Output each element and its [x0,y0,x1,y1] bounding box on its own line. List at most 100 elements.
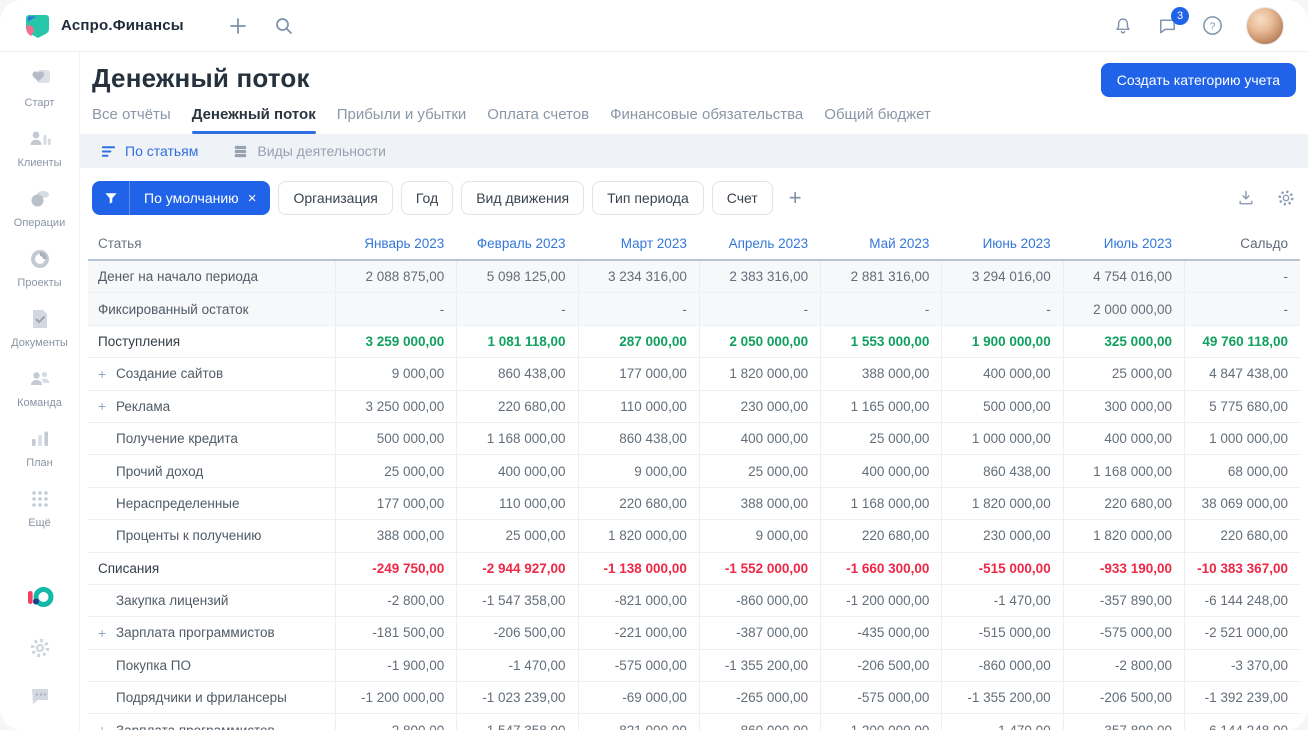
cell-value: 220 680,00 [1183,520,1300,552]
sidebar-item-more[interactable]: Ещё [4,486,76,529]
column-header-month[interactable]: Июнь 2023 [941,236,1062,251]
column-header-month[interactable]: Январь 2023 [335,236,456,251]
subtab-by-items[interactable]: По статьям [100,143,198,160]
cell-value: 300 000,00 [1062,390,1184,422]
cell-value: 1 000 000,00 [941,422,1062,455]
search-icon[interactable] [274,16,294,36]
tab-liabilities[interactable]: Финансовые обязательства [610,106,803,134]
cell-value: -860 000,00 [698,714,820,730]
cell-value: -1 660 300,00 [820,552,941,584]
expand-row-icon[interactable]: + [98,723,106,730]
subtab-activity-types[interactable]: Виды деятельности [232,143,386,160]
sidebar-item-operations[interactable]: Операции [4,186,76,229]
filter-row: По умолчанию × Организация Год Вид движени… [80,168,1308,228]
cell-value: 2 050 000,00 [698,325,820,358]
sidebar-item-label: Команда [17,397,62,409]
aspro-app-icon[interactable] [25,582,55,612]
brand-name: Аспро.Финансы [61,17,184,34]
filter-chip-movement-type[interactable]: Вид движения [461,181,585,215]
cell-value: 400 000,00 [698,422,820,455]
cell-value: 38 069 000,00 [1183,487,1300,520]
filter-chip-period-type[interactable]: Тип периода [592,181,704,215]
sidebar-item-documents[interactable]: Документы [4,306,76,349]
column-header-month[interactable]: Апрель 2023 [699,236,820,251]
cell-value: 2 881 316,00 [820,261,941,293]
table-row: Прочий доход 25 000,00 400 000,00 9 000,00 2… [88,455,1300,488]
cell-value: -1 200 000,00 [820,584,941,617]
default-filter-button[interactable]: По умолчанию × [92,181,271,215]
cell-value: 1 168 000,00 [820,487,941,520]
create-category-button[interactable]: Создать категорию учета [1100,63,1296,97]
add-button[interactable] [228,16,248,36]
cell-value: 400 000,00 [820,455,941,487]
cell-value: - [698,293,820,325]
column-header-month[interactable]: Февраль 2023 [456,236,577,251]
cell-value: -3 370,00 [1183,649,1300,682]
page-title: Денежный поток [92,63,310,93]
sidebar-item-team[interactable]: Команда [4,366,76,409]
cell-value: 220 680,00 [1062,487,1184,520]
cell-value: 860 438,00 [577,422,699,455]
cell-value: -206 500,00 [1062,682,1184,714]
avatar[interactable] [1246,6,1284,45]
gear-icon[interactable] [28,636,52,660]
filter-chip-year[interactable]: Год [400,181,454,215]
sidebar-item-label: Проекты [17,277,62,289]
cell-value: -575 000,00 [577,649,699,682]
cell-value: -1 547 358,00 [456,714,577,730]
brand[interactable]: Аспро.Финансы [24,12,184,39]
row-label: +Зарплата программистов [88,723,335,730]
tab-all-reports[interactable]: Все отчёты [92,106,171,134]
app-window: Аспро.Финансы 3 ? Старт Клиенты Операции… [0,0,1308,730]
tab-cash-flow[interactable]: Денежный поток [191,106,316,134]
expand-row-icon[interactable]: + [98,367,106,381]
expand-row-icon[interactable]: + [98,626,106,640]
support-chat-icon[interactable] [28,684,52,708]
remove-filter-icon[interactable]: × [248,190,257,207]
expand-row-icon[interactable]: + [98,399,106,413]
column-header-month[interactable]: Май 2023 [820,236,941,251]
row-label: +Зарплата программистов [98,625,275,641]
tab-invoices[interactable]: Оплата счетов [487,106,589,134]
add-filter-button[interactable]: + [781,187,810,209]
filter-chip-account[interactable]: Счет [711,181,773,215]
filter-chip-organization[interactable]: Организация [278,181,393,215]
cell-value: -357 890,00 [1062,584,1184,617]
cell-value: 388 000,00 [335,520,456,552]
funnel-icon [92,181,130,215]
cell-value: -221 000,00 [577,617,699,649]
tab-budget[interactable]: Общий бюджет [824,106,931,134]
help-icon[interactable]: ? [1201,14,1224,37]
cell-value: -1 200 000,00 [335,682,456,714]
cell-value: -1 547 358,00 [456,584,577,617]
sidebar-item-clients[interactable]: Клиенты [4,126,76,169]
sidebar-item-plan[interactable]: План [4,426,76,469]
column-header-month[interactable]: Июль 2023 [1063,236,1184,251]
subtab-label: Виды деятельности [257,143,386,159]
cell-value: 388 000,00 [820,358,941,390]
sidebar-item-projects[interactable]: Проекты [4,246,76,289]
cell-value: -575 000,00 [820,682,941,714]
download-icon[interactable] [1236,188,1256,208]
cell-value: -1 470,00 [456,649,577,682]
cell-value: - [1183,261,1300,293]
cell-value: 287 000,00 [577,325,699,358]
cell-value: -10 383 367,00 [1183,552,1300,584]
cell-value: 230 000,00 [941,520,1062,552]
table-header-row: Статья Январь 2023 Февраль 2023 Март 2023 Ап… [88,228,1300,261]
start-icon [27,66,53,92]
column-header-article: Статья [98,236,142,251]
table-row: + Зарплата программистов -181 500,00 -206 5… [88,617,1300,650]
table-settings-gear-icon[interactable] [1276,188,1296,208]
cell-value: - [1183,293,1300,325]
bell-icon[interactable] [1112,15,1134,37]
column-header-saldo: Сальдо [1240,236,1288,251]
table-row: Денег на начало периода 2 088 875,00 5 098… [88,261,1300,294]
cell-value: -6 144 248,00 [1183,584,1300,617]
cell-value: 2 000 000,00 [1062,293,1184,325]
column-header-month[interactable]: Март 2023 [578,236,699,251]
tab-profit-loss[interactable]: Прибыли и убытки [337,106,467,134]
cell-value: 1 820 000,00 [941,487,1062,520]
table-row: Покупка ПО -1 900,00 -1 470,00 -575 000,00-… [88,649,1300,683]
sidebar-item-start[interactable]: Старт [4,66,76,109]
